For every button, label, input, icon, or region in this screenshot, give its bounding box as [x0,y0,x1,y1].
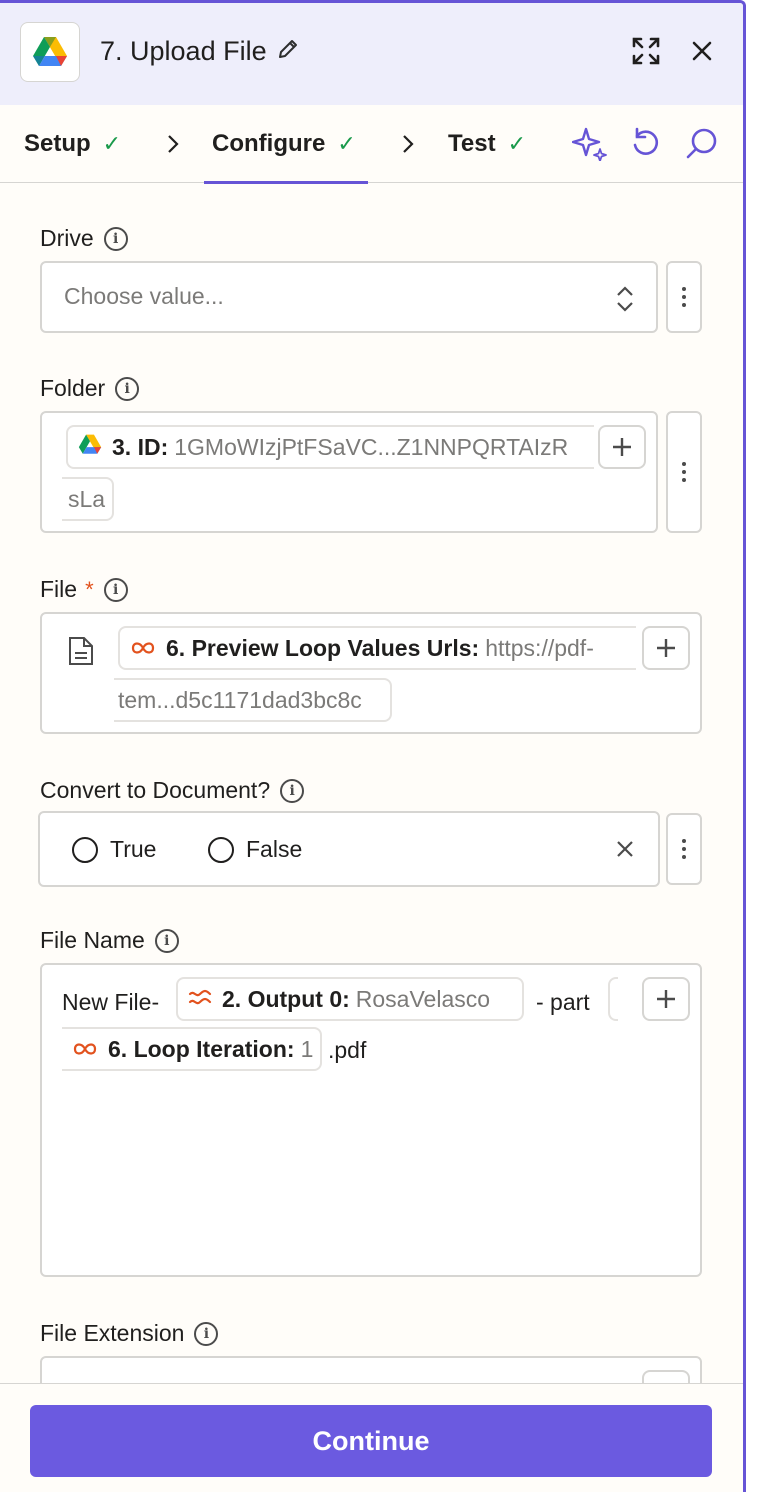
file-add-button[interactable] [642,626,690,670]
step-title[interactable]: 7. Upload File [100,36,299,67]
folder-label: Folder i [40,375,140,402]
file-name-label-text: File Name [40,927,145,953]
file-name-label: File Name i [40,927,179,954]
folder-pill-wrap[interactable]: sLa [62,477,114,521]
radio-true-label: True [110,836,157,862]
tab-setup-label: Setup [24,130,91,157]
drive-select[interactable]: Choose value... [40,261,658,333]
tab-configure-label: Configure [212,130,326,157]
file-name-pill2-value: 1 [300,1035,314,1062]
info-icon[interactable]: i [280,778,305,803]
file-pill-wrap-text: tem...d5c1171dad3bc8c [118,686,362,713]
folder-pill-label: 3. ID: [112,433,169,460]
folder-field[interactable]: 3. ID: 1GMoWIzjPtFSaVC...Z1NNPQRTAIzR sL… [40,411,658,533]
drive-label: Drive i [40,225,128,252]
file-name-pill2-label: 6. Loop Iteration: [108,1035,295,1062]
drive-placeholder: Choose value... [64,283,224,309]
document-icon [68,636,94,671]
select-arrows-icon [616,285,634,318]
loop-icon [72,1036,98,1063]
loop-icon [130,635,156,662]
info-icon[interactable]: i [103,226,128,251]
expand-icon[interactable] [628,33,664,69]
file-mapped-pill[interactable]: 6. Preview Loop Values Urls: https://pdf… [118,626,636,670]
radio-false-label: False [246,836,303,862]
google-drive-icon [20,22,80,82]
google-drive-icon [78,434,102,461]
folder-mapped-pill[interactable]: 3. ID: 1GMoWIzjPtFSaVC...Z1NNPQRTAIzR [66,425,594,469]
pencil-icon[interactable] [277,36,299,67]
info-icon[interactable]: i [115,376,140,401]
info-icon[interactable]: i [103,577,128,602]
step-editor-panel: 7. Upload File Setup ✓ Configure ✓ Test … [0,0,746,1492]
sparkle-icon[interactable] [570,123,610,163]
convert-label-text: Convert to Document? [40,777,271,803]
convert-more-button[interactable] [666,813,702,885]
folder-more-button[interactable] [666,411,702,533]
convert-label: Convert to Document? i [40,777,305,804]
file-name-add-button[interactable] [642,977,690,1021]
refresh-icon[interactable] [626,123,666,163]
footer: Continue [0,1383,743,1492]
file-pill-wrap[interactable]: tem...d5c1171dad3bc8c [114,678,392,722]
file-name-middle: - part [536,989,590,1015]
file-label-text: File [40,576,78,602]
tab-configure[interactable]: Configure ✓ [204,105,368,184]
drive-label-text: Drive [40,225,94,251]
file-name-field[interactable]: New File- 2. Output 0: RosaVelasco - par… [40,963,702,1277]
file-name-pill1-value: RosaVelasco [355,985,491,1012]
file-label: File * i [40,576,128,603]
file-pill-label: 6. Preview Loop Values Urls: [166,634,480,661]
formatter-icon [188,986,212,1013]
file-name-output-pill[interactable]: 2. Output 0: RosaVelasco [176,977,524,1021]
radio-circle [208,836,234,863]
info-icon[interactable]: i [154,928,179,953]
tab-test[interactable]: Test ✓ [448,105,526,183]
folder-add-button[interactable] [598,425,646,469]
clear-icon[interactable] [616,840,634,863]
file-extension-label-text: File Extension [40,1320,185,1346]
file-extension-label: File Extension i [40,1320,219,1347]
convert-radio-group: True False [38,811,660,887]
chevron-right-icon [398,129,418,159]
chevron-right-icon [163,129,183,159]
tab-setup[interactable]: Setup ✓ [24,105,121,183]
continue-button[interactable]: Continue [30,1405,712,1477]
file-name-prefix: New File- [62,989,160,1015]
file-name-suffix: .pdf [328,1037,367,1063]
step-title-text: 7. Upload File [100,36,267,66]
search-icon[interactable] [682,123,722,163]
radio-false[interactable]: False [208,836,302,863]
radio-circle [72,836,98,863]
info-icon[interactable]: i [194,1321,219,1346]
file-name-pill1-label: 2. Output 0: [222,985,350,1012]
folder-pill-wrap-text: sLa [68,485,106,512]
file-pill-value: https://pdf- [485,634,594,661]
kebab-icon [682,839,686,859]
close-icon[interactable] [684,33,720,69]
step-header: 7. Upload File [0,3,743,105]
kebab-icon [682,462,686,482]
radio-true[interactable]: True [72,836,156,863]
check-icon: ✓ [337,131,356,156]
required-asterisk: * [85,576,94,602]
check-icon: ✓ [507,131,527,156]
drive-more-button[interactable] [666,261,702,333]
file-name-loop-pill[interactable]: 6. Loop Iteration: 1 [62,1027,322,1071]
file-name-pill-start[interactable] [608,977,618,1021]
file-field[interactable]: 6. Preview Loop Values Urls: https://pdf… [40,612,702,734]
folder-label-text: Folder [40,375,106,401]
kebab-icon [682,287,686,307]
tab-test-label: Test [448,130,496,157]
folder-pill-value: 1GMoWIzjPtFSaVC...Z1NNPQRTAIzR [174,433,569,460]
check-icon: ✓ [102,131,122,156]
